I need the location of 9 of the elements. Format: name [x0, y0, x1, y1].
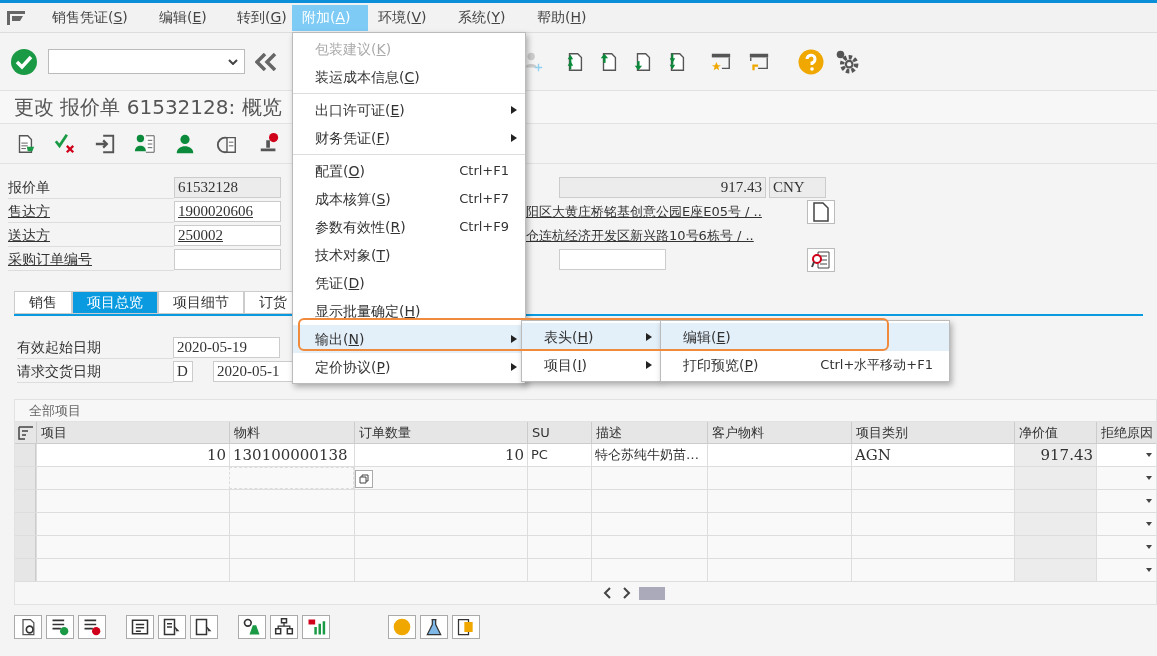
table-cell: AGN — [851, 444, 1014, 466]
table-cell: 10 — [36, 444, 229, 466]
table-cell: 特仑苏纯牛奶苗… — [591, 444, 707, 466]
table-cell: 130100000138 — [229, 444, 354, 466]
table-cell: 10 — [354, 444, 527, 466]
table-title: 全部项目 — [29, 401, 81, 420]
table-cell: 917.43 — [1014, 444, 1096, 466]
page-title: 更改 报价单 61532128: 概览 — [14, 94, 282, 121]
table-cell: PC — [527, 444, 591, 466]
